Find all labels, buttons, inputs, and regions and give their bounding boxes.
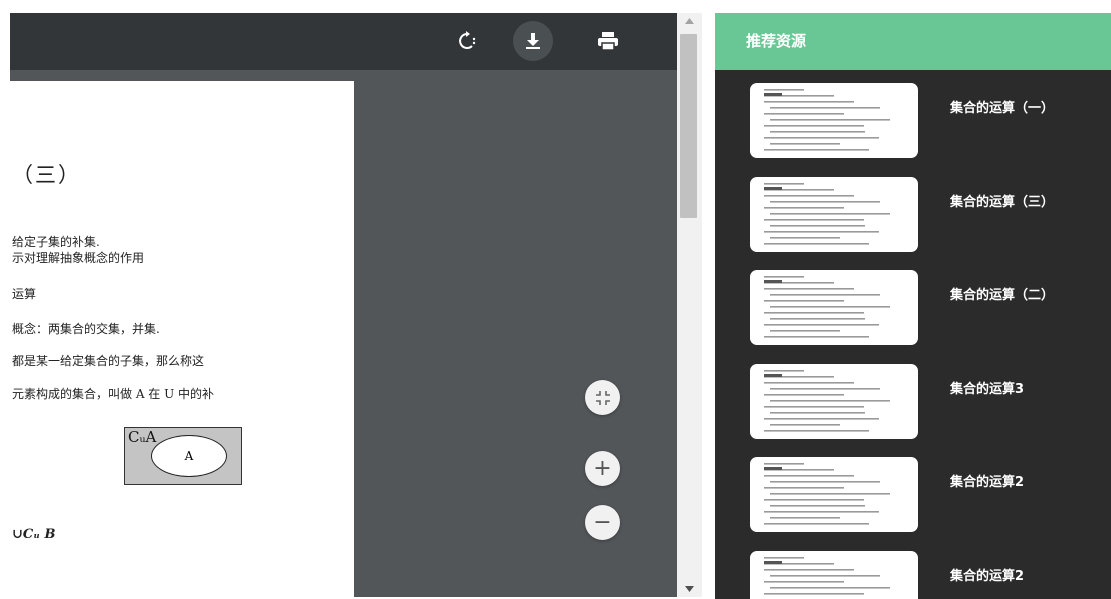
resource-thumbnail[interactable] — [750, 457, 918, 532]
set-a-ellipse: A — [151, 435, 227, 477]
minus-icon: − — [593, 509, 612, 535]
resource-thumbnail[interactable] — [750, 551, 918, 599]
resource-thumbnail[interactable] — [750, 364, 918, 439]
document-line: 示对理解抽象概念的作用 — [12, 251, 145, 265]
document-line: 给定子集的补集. — [12, 235, 100, 249]
resource-title[interactable]: 集合的运算（三） — [950, 191, 1054, 210]
document-line: 概念：两集合的交集，并集. — [12, 322, 160, 336]
viewer-scrollbar[interactable] — [677, 13, 702, 597]
resource-title[interactable]: 集合的运算2 — [950, 565, 1024, 584]
document-line: 都是某一给定集合的子集，那么称这 — [12, 354, 205, 368]
document-formula: ∪Cᵤ B — [12, 527, 56, 542]
download-button[interactable] — [513, 21, 553, 61]
scroll-up-arrow[interactable] — [677, 13, 702, 29]
scrollbar-thumb[interactable] — [680, 34, 697, 218]
scroll-down-arrow[interactable] — [677, 581, 702, 597]
pdf-toolbar — [10, 13, 677, 70]
resource-title[interactable]: 集合的运算（一） — [950, 97, 1054, 116]
zoom-out-button[interactable]: − — [585, 505, 620, 540]
document-preview-icon — [764, 463, 890, 525]
resource-title[interactable]: 集合的运算（二） — [950, 284, 1054, 303]
screen: （三） 给定子集的补集. 示对理解抽象概念的作用 运算 概念：两集合的交集，并集… — [0, 0, 1111, 599]
set-a-label: A — [184, 449, 194, 463]
document-line: 元素构成的集合，叫做 A 在 U 中的补 — [12, 387, 215, 401]
panel-header: 推荐资源 — [715, 13, 1111, 70]
fit-to-page-button[interactable] — [585, 380, 620, 415]
print-button[interactable] — [588, 21, 628, 61]
arrow-up-icon — [685, 18, 694, 24]
document-preview-icon — [764, 89, 890, 151]
zoom-in-button[interactable]: + — [585, 451, 620, 486]
document-preview-icon — [764, 557, 890, 595]
venn-diagram: CᵤA A — [124, 427, 242, 485]
resource-thumbnail[interactable] — [750, 83, 918, 158]
recommended-resources-panel: 推荐资源 集合的运算（一） 集合的运算（三） 集合的运算（二） 集合的运算3 集合的运算… — [715, 13, 1111, 599]
document-line: 运算 — [12, 287, 37, 301]
document-preview-icon — [764, 276, 890, 338]
resource-thumbnail[interactable] — [750, 270, 918, 345]
pdf-viewer: （三） 给定子集的补集. 示对理解抽象概念的作用 运算 概念：两集合的交集，并集… — [10, 13, 677, 597]
fit-to-page-icon — [595, 390, 610, 405]
pdf-page: （三） 给定子集的补集. 示对理解抽象概念的作用 运算 概念：两集合的交集，并集… — [10, 81, 354, 597]
document-title: （三） — [12, 163, 81, 187]
resource-title[interactable]: 集合的运算2 — [950, 471, 1024, 490]
plus-icon: + — [593, 455, 612, 481]
resource-thumbnail[interactable] — [750, 177, 918, 252]
complement-label: CᵤA — [128, 428, 157, 446]
print-icon — [598, 32, 618, 51]
resource-title[interactable]: 集合的运算3 — [950, 378, 1024, 397]
rotate-icon — [459, 31, 476, 49]
arrow-down-icon — [685, 586, 694, 592]
download-icon — [526, 33, 540, 49]
rotate-button[interactable] — [447, 21, 487, 61]
document-preview-icon — [764, 370, 890, 432]
document-preview-icon — [764, 183, 890, 245]
